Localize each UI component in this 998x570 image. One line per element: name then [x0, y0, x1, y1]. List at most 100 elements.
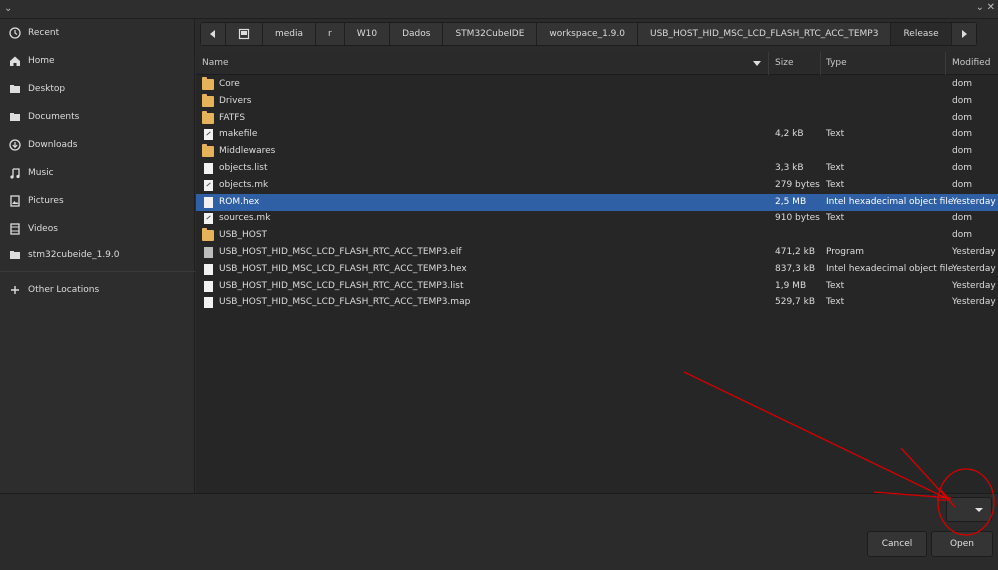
- path-forward-button[interactable]: [951, 23, 976, 45]
- file-name: FATFS: [219, 112, 246, 123]
- path-crumb[interactable]: media: [263, 23, 317, 45]
- file-size: 279 bytes: [775, 179, 820, 190]
- file-name: makefile: [219, 129, 258, 140]
- open-button[interactable]: Open: [931, 531, 993, 557]
- music-icon: [10, 168, 20, 179]
- file-row[interactable]: objects.mk 279 bytes Text dom: [196, 177, 998, 194]
- file-row[interactable]: Drivers dom: [196, 93, 998, 110]
- file-row[interactable]: ROM.hex 2,5 MB Intel hexadecimal object fi…: [196, 193, 998, 211]
- file-modified: Yesterday: [952, 297, 996, 308]
- column-header-type[interactable]: Type: [826, 58, 847, 68]
- file-name: USB_HOST_HID_MSC_LCD_FLASH_RTC_ACC_TEMP3…: [219, 280, 464, 291]
- file-type: Intel hexadecimal object file: [826, 263, 954, 274]
- folder-icon: [202, 110, 214, 124]
- sidebar-item-videos[interactable]: Videos: [0, 217, 195, 241]
- file-modified: dom: [952, 146, 972, 157]
- file-type: Text: [826, 129, 845, 140]
- file-size: 910 bytes: [775, 213, 820, 224]
- column-header-size[interactable]: Size: [775, 58, 793, 68]
- sidebar-item-stm32cubeide[interactable]: stm32cubeide_1.9.0: [0, 243, 195, 267]
- file-row[interactable]: sources.mk 910 bytes Text dom: [196, 210, 998, 227]
- path-crumb[interactable]: W10: [344, 23, 391, 45]
- sidebar-item-documents[interactable]: Documents: [0, 105, 195, 129]
- folder-icon: [202, 144, 214, 158]
- chevron-right-icon: [961, 30, 967, 38]
- file-type: Text: [826, 213, 845, 224]
- sidebar-item-label: Videos: [28, 224, 58, 234]
- home-icon: [10, 56, 20, 66]
- sidebar-item-music[interactable]: Music: [0, 161, 195, 185]
- minimize-icon[interactable]: ⌄: [976, 2, 984, 13]
- file-row[interactable]: USB_HOST dom: [196, 227, 998, 244]
- file-type: Intel hexadecimal object file: [826, 196, 954, 207]
- file-modified: Yesterday: [952, 280, 996, 291]
- file-modified: dom: [952, 112, 972, 123]
- cancel-button[interactable]: Cancel: [867, 531, 927, 557]
- file-size: 837,3 kB: [775, 263, 816, 274]
- folder-icon: [202, 77, 214, 90]
- file-modified: dom: [952, 129, 972, 140]
- sidebar-item-pictures[interactable]: Pictures: [0, 189, 195, 213]
- file-row[interactable]: objects.list 3,3 kB Text dom: [196, 160, 998, 177]
- path-crumb[interactable]: STM32CubeIDE: [443, 23, 538, 45]
- sidebar-divider: [0, 271, 195, 272]
- sidebar-item-downloads[interactable]: Downloads: [0, 133, 195, 157]
- file-row[interactable]: FATFS dom: [196, 110, 998, 127]
- pictures-icon: [10, 195, 20, 207]
- file-name: USB_HOST_HID_MSC_LCD_FLASH_RTC_ACC_TEMP3…: [219, 263, 467, 274]
- file-name: USB_HOST: [219, 230, 268, 241]
- close-icon[interactable]: ✕: [987, 2, 995, 13]
- file-row[interactable]: Core dom: [196, 76, 998, 93]
- file-type: Text: [826, 163, 845, 173]
- window-menu-chevron-icon[interactable]: ⌄: [4, 3, 12, 14]
- chevron-down-icon: [975, 508, 983, 512]
- path-back-button[interactable]: [201, 23, 226, 45]
- column-divider: [820, 52, 821, 75]
- dialog-footer: [0, 493, 998, 570]
- file-row[interactable]: USB_HOST_HID_MSC_LCD_FLASH_RTC_ACC_TEMP3…: [196, 261, 998, 278]
- file-row[interactable]: USB_HOST_HID_MSC_LCD_FLASH_RTC_ACC_TEMP3…: [196, 294, 998, 311]
- videos-icon: [10, 223, 20, 235]
- file-name: sources.mk: [219, 213, 271, 224]
- column-divider: [945, 52, 946, 75]
- path-crumb-current[interactable]: Release: [891, 23, 952, 45]
- plus-icon: [11, 286, 19, 294]
- title-bar: ⌄ ⌄ ✕: [0, 0, 998, 19]
- file-row[interactable]: USB_HOST_HID_MSC_LCD_FLASH_RTC_ACC_TEMP3…: [196, 244, 998, 261]
- file-row[interactable]: USB_HOST_HID_MSC_LCD_FLASH_RTC_ACC_TEMP3…: [196, 278, 998, 295]
- sidebar-item-label: stm32cubeide_1.9.0: [28, 250, 120, 260]
- path-crumb-drive[interactable]: [226, 23, 263, 45]
- sidebar-item-label: Home: [28, 56, 55, 66]
- path-crumb[interactable]: USB_HOST_HID_MSC_LCD_FLASH_RTC_ACC_TEMP3: [638, 23, 892, 45]
- column-header-name[interactable]: Name: [202, 58, 229, 68]
- script-file-icon: [204, 129, 213, 141]
- sidebar-item-other-locations[interactable]: Other Locations: [0, 278, 195, 302]
- file-name: Middlewares: [219, 146, 276, 157]
- text-file-icon: [204, 263, 213, 275]
- file-filter-dropdown[interactable]: [946, 497, 992, 522]
- file-size: 4,2 kB: [775, 129, 804, 140]
- sidebar-item-home[interactable]: Home: [0, 49, 195, 73]
- sidebar-item-label: Recent: [28, 28, 60, 38]
- script-file-icon: [204, 213, 213, 225]
- file-type: Text: [826, 179, 845, 190]
- file-list-header: Name Size Type Modified: [196, 52, 998, 75]
- file-name: ROM.hex: [219, 196, 260, 207]
- file-row[interactable]: makefile 4,2 kB Text dom: [196, 126, 998, 143]
- sort-descending-icon[interactable]: [753, 61, 761, 66]
- path-crumb[interactable]: r: [316, 23, 345, 45]
- clock-icon: [9, 27, 21, 39]
- file-name: objects.mk: [219, 179, 269, 190]
- file-row[interactable]: Middlewares dom: [196, 143, 998, 160]
- path-crumb[interactable]: workspace_1.9.0: [537, 23, 638, 45]
- sidebar-item-label: Other Locations: [28, 285, 100, 295]
- executable-file-icon: [204, 247, 213, 258]
- sidebar-item-desktop[interactable]: Desktop: [0, 77, 195, 101]
- file-name: USB_HOST_HID_MSC_LCD_FLASH_RTC_ACC_TEMP3…: [219, 247, 462, 257]
- sidebar-item-label: Downloads: [28, 140, 78, 150]
- file-type: Program: [826, 247, 864, 257]
- column-header-modified[interactable]: Modified: [952, 58, 990, 68]
- sidebar-item-recent[interactable]: Recent: [0, 21, 195, 45]
- file-name: Core: [219, 79, 240, 89]
- path-crumb[interactable]: Dados: [390, 23, 444, 45]
